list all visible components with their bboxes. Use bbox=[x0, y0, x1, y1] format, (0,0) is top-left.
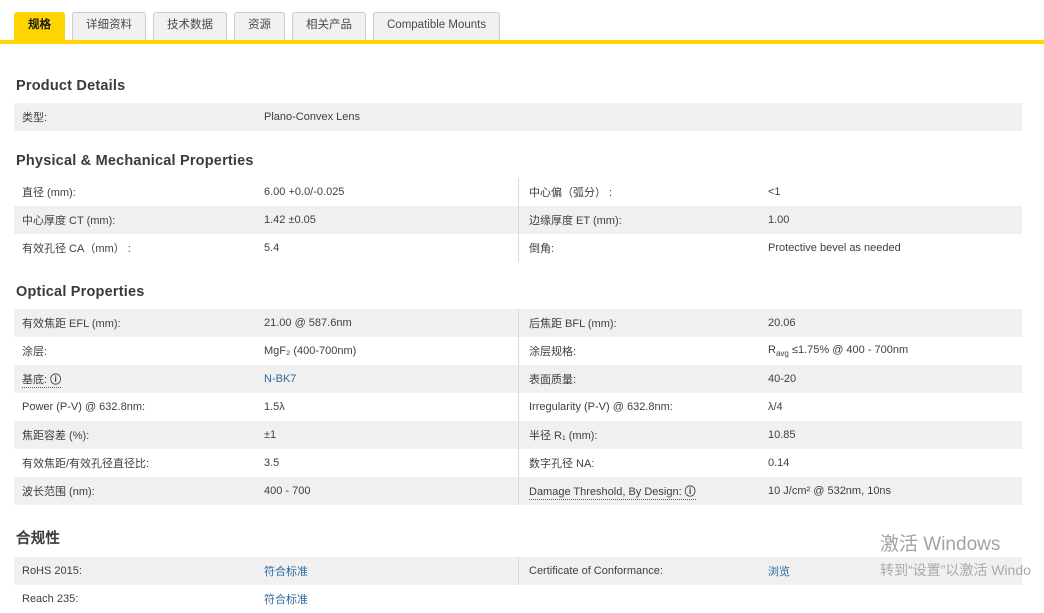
table-row: 波长范围 (nm): 400 - 700 Damage Threshold, B… bbox=[14, 476, 1022, 505]
spec-label-coating-spec: 涂层规格: bbox=[529, 345, 577, 358]
spec-label-surface-quality: 表面质量: bbox=[529, 373, 577, 386]
spec-value-irregularity: λ/4 bbox=[768, 400, 783, 413]
spec-label-certificate: Certificate of Conformance: bbox=[529, 564, 663, 577]
spec-value-type: Plano-Convex Lens bbox=[264, 110, 361, 123]
spec-tab-bar: 规格 详细资料 技术数据 资源 相关产品 Compatible Mounts bbox=[0, 0, 1044, 44]
tab-compatible-mounts[interactable]: Compatible Mounts bbox=[373, 12, 501, 40]
reach-compliant-link[interactable]: 符合标准 bbox=[264, 591, 308, 607]
compliance-table: RoHS 2015: 符合标准 Certificate of Conforman… bbox=[14, 556, 1022, 613]
tab-related-products[interactable]: 相关产品 bbox=[292, 12, 366, 40]
spec-label-focal-tolerance: 焦距容差 (%): bbox=[22, 429, 90, 442]
table-row: 焦距容差 (%): ±1 半径 R₁ (mm): 10.85 bbox=[14, 420, 1022, 449]
section-title-compliance: 合规性 bbox=[16, 530, 61, 547]
spec-label-na: 数字孔径 NA: bbox=[529, 457, 595, 470]
spec-label-damage-threshold: Damage Threshold, By Design: ⓘ bbox=[519, 483, 768, 500]
substrate-link[interactable]: N-BK7 bbox=[264, 373, 296, 385]
table-row: 类型: Plano-Convex Lens bbox=[14, 102, 1022, 131]
rohs-compliant-link[interactable]: 符合标准 bbox=[264, 563, 308, 579]
section-title-product-details: Product Details bbox=[16, 77, 126, 94]
info-icon: ⓘ bbox=[684, 485, 696, 498]
spec-label-edge-thickness: 边缘厚度 ET (mm): bbox=[529, 214, 622, 227]
spec-label-fnumber: 有效焦距/有效孔径直径比: bbox=[22, 457, 150, 470]
spec-value-clear-aperture: 5.4 bbox=[264, 241, 280, 254]
certificate-view-link[interactable]: 浏览 bbox=[768, 563, 790, 579]
spec-label-irregularity: Irregularity (P-V) @ 632.8nm: bbox=[529, 400, 673, 413]
spec-value-power: 1.5λ bbox=[264, 400, 285, 413]
spec-value-fnumber: 3.5 bbox=[264, 456, 280, 469]
table-row: RoHS 2015: 符合标准 Certificate of Conforman… bbox=[14, 556, 1022, 585]
spec-value-edge-thickness: 1.00 bbox=[768, 213, 790, 226]
table-row: Reach 235: 符合标准 bbox=[14, 585, 1022, 613]
table-row: 直径 (mm): 6.00 +0.0/-0.025 中心偏（弧分） : <1 bbox=[14, 177, 1022, 206]
spec-value-damage-threshold: 10 J/cm² @ 532nm, 10ns bbox=[768, 484, 892, 497]
spec-value-wavelength-range: 400 - 700 bbox=[264, 484, 311, 497]
spec-value-surface-quality: 40-20 bbox=[768, 372, 797, 385]
table-row: Power (P-V) @ 632.8nm: 1.5λ Irregularity… bbox=[14, 392, 1022, 421]
table-row: 有效焦距 EFL (mm): 21.00 @ 587.6nm 后焦距 BFL (… bbox=[14, 308, 1022, 337]
info-icon: ⓘ bbox=[50, 373, 62, 386]
spec-value-center-thickness: 1.42 ±0.05 bbox=[264, 213, 316, 226]
spec-value-radius-r1: 10.85 bbox=[768, 428, 796, 441]
optical-properties-table: 有效焦距 EFL (mm): 21.00 @ 587.6nm 后焦距 BFL (… bbox=[14, 308, 1022, 505]
tab-details[interactable]: 详细资料 bbox=[72, 12, 146, 40]
physical-mechanical-table: 直径 (mm): 6.00 +0.0/-0.025 中心偏（弧分） : <1 中… bbox=[14, 177, 1022, 262]
spec-label-reach: Reach 235: bbox=[22, 592, 79, 605]
spec-label-centration: 中心偏（弧分） : bbox=[529, 186, 613, 199]
table-row: 有效孔径 CA（mm） : 5.4 倒角: Protective bevel a… bbox=[14, 233, 1022, 262]
table-row: 涂层: MgF₂ (400-700nm) 涂层规格: Ravg ≤1.75% @… bbox=[14, 336, 1022, 365]
spec-label-diameter: 直径 (mm): bbox=[22, 186, 76, 199]
spec-label-radius-r1: 半径 R₁ (mm): bbox=[529, 429, 598, 442]
spec-value-na: 0.14 bbox=[768, 456, 790, 469]
spec-value-bevel: Protective bevel as needed bbox=[768, 241, 901, 254]
spec-label-bevel: 倒角: bbox=[529, 242, 555, 255]
spec-label-substrate: 基底: ⓘ bbox=[14, 371, 264, 388]
spec-value-coating-spec: Ravg ≤1.75% @ 400 - 700nm bbox=[768, 343, 909, 358]
spec-label-type: 类型: bbox=[22, 111, 48, 124]
table-row: 基底: ⓘ N-BK7 表面质量: 40-20 bbox=[14, 364, 1022, 393]
spec-value-coating: MgF₂ (400-700nm) bbox=[264, 344, 357, 357]
spec-label-rohs: RoHS 2015: bbox=[22, 564, 82, 577]
tab-specifications[interactable]: 规格 bbox=[14, 12, 65, 40]
spec-value-efl: 21.00 @ 587.6nm bbox=[264, 316, 352, 329]
spec-label-center-thickness: 中心厚度 CT (mm): bbox=[22, 214, 116, 227]
spec-value-bfl: 20.06 bbox=[768, 316, 796, 329]
damage-threshold-tooltip-link[interactable]: Damage Threshold, By Design: ⓘ bbox=[529, 485, 696, 500]
table-row: 有效焦距/有效孔径直径比: 3.5 数字孔径 NA: 0.14 bbox=[14, 448, 1022, 477]
spec-value-centration: <1 bbox=[768, 185, 781, 198]
spec-value-focal-tolerance: ±1 bbox=[264, 428, 277, 441]
section-title-physical-mechanical: Physical & Mechanical Properties bbox=[16, 152, 254, 169]
product-details-table: 类型: Plano-Convex Lens bbox=[14, 102, 1022, 131]
spec-label-efl: 有效焦距 EFL (mm): bbox=[22, 317, 121, 330]
tab-technical-data[interactable]: 技术数据 bbox=[153, 12, 227, 40]
spec-label-wavelength-range: 波长范围 (nm): bbox=[22, 485, 95, 498]
table-row: 中心厚度 CT (mm): 1.42 ±0.05 边缘厚度 ET (mm): 1… bbox=[14, 205, 1022, 234]
specifications-content: Product Details 类型: Plano-Convex Lens Ph… bbox=[14, 78, 1022, 613]
tab-resources[interactable]: 资源 bbox=[234, 12, 285, 40]
spec-label-power: Power (P-V) @ 632.8nm: bbox=[22, 400, 146, 413]
spec-value-diameter: 6.00 +0.0/-0.025 bbox=[264, 185, 345, 198]
spec-label-coating: 涂层: bbox=[22, 345, 48, 358]
spec-label-bfl: 后焦距 BFL (mm): bbox=[529, 317, 617, 330]
substrate-tooltip-link[interactable]: 基底: ⓘ bbox=[22, 373, 62, 388]
spec-label-clear-aperture: 有效孔径 CA（mm） : bbox=[22, 242, 131, 255]
section-title-optical: Optical Properties bbox=[16, 283, 145, 300]
